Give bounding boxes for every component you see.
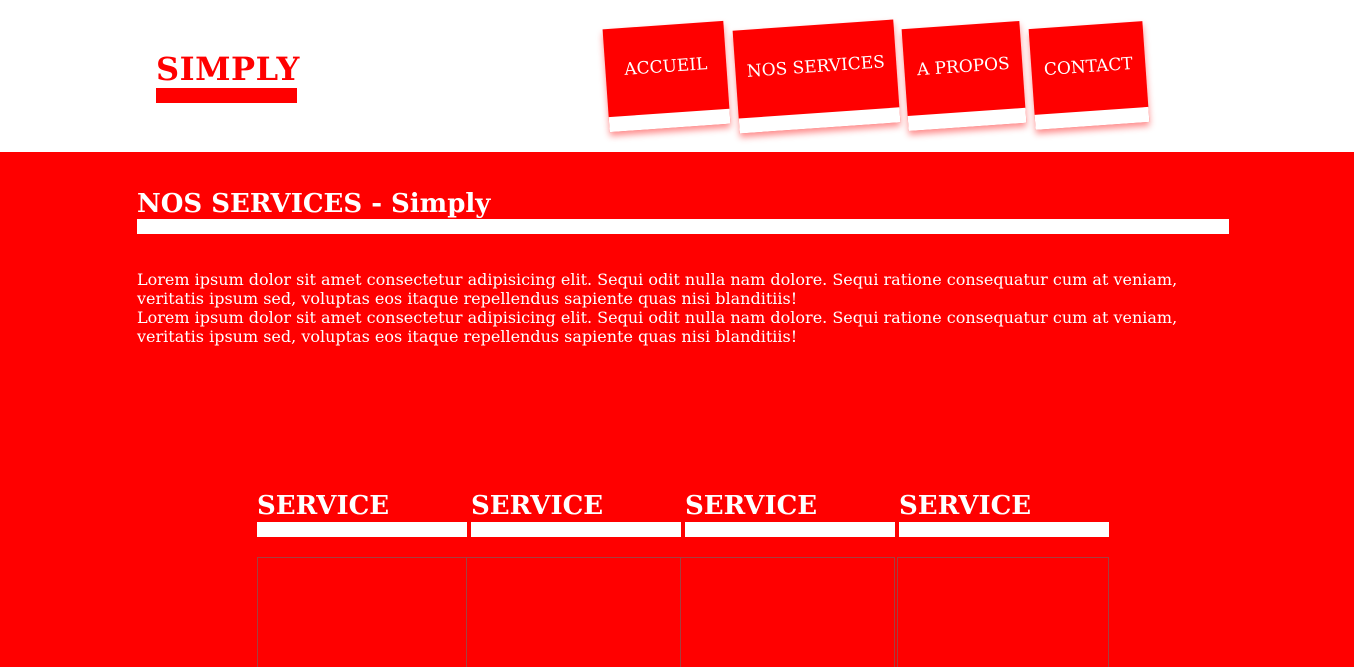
service-card [680, 557, 895, 667]
service-underline-bar [685, 522, 895, 537]
service-underline-bar [257, 522, 467, 537]
intro-paragraph: Lorem ipsum dolor sit amet consectetur a… [137, 308, 1178, 346]
site-header: SIMPLY ACCUEIL NOS SERVICES A PROPOS CON… [0, 0, 1354, 152]
site-logo[interactable]: SIMPLY [156, 50, 300, 88]
nav-item-a-propos[interactable]: A PROPOS [901, 21, 1027, 131]
service-title: SERVICE [471, 491, 604, 521]
nav-item-stripe [738, 107, 901, 134]
nav-item-label: NOS SERVICES [746, 52, 886, 82]
service-underline-bar [471, 522, 681, 537]
nav-item-nos-services[interactable]: NOS SERVICES [732, 19, 901, 134]
logo-underline-bar [156, 88, 297, 103]
page-title: NOS SERVICES - Simply [137, 189, 491, 219]
nav-item-stripe [608, 108, 731, 133]
nav-item-accueil[interactable]: ACCUEIL [602, 20, 731, 133]
service-title: SERVICE [685, 491, 818, 521]
nav-item-label: ACCUEIL [623, 54, 708, 80]
service-card [257, 557, 467, 667]
nav-item-stripe [1034, 106, 1150, 130]
service-card [897, 557, 1109, 667]
nav-item-stripe [907, 107, 1027, 131]
intro-paragraph: Lorem ipsum dolor sit amet consectetur a… [137, 270, 1178, 308]
service-title: SERVICE [899, 491, 1032, 521]
nav-item-label: A PROPOS [916, 53, 1011, 81]
nav-item-contact[interactable]: CONTACT [1028, 21, 1150, 130]
intro-text: Lorem ipsum dolor sit amet consectetur a… [137, 270, 1229, 346]
service-card [466, 557, 681, 667]
title-underline-bar [137, 219, 1229, 234]
service-title: SERVICE [257, 491, 390, 521]
nav-item-label: CONTACT [1043, 53, 1134, 81]
service-underline-bar [899, 522, 1109, 537]
